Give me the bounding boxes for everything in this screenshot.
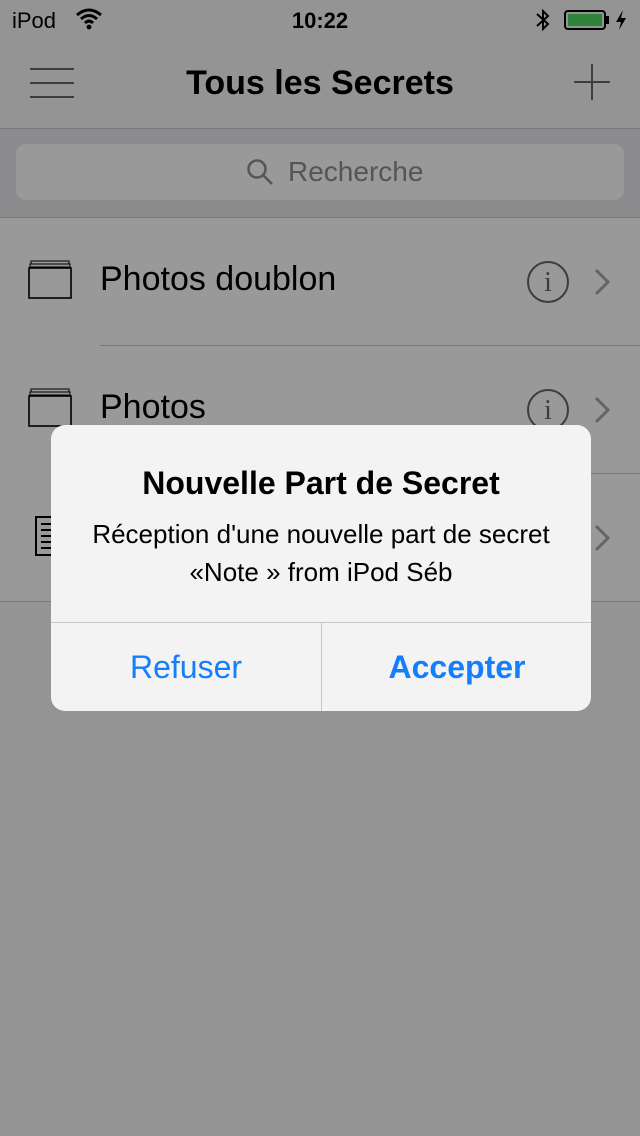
refuse-button[interactable]: Refuser [51, 623, 321, 711]
alert-title: Nouvelle Part de Secret [142, 465, 500, 501]
screen: iPod 10:22 Tous les Secrets Recherche Ph… [0, 0, 640, 1136]
alert-message: Réception d'une nouvelle part de secret … [92, 519, 550, 587]
accept-button[interactable]: Accepter [322, 623, 591, 711]
alert-dialog: Nouvelle Part de Secret Réception d'une … [51, 425, 591, 711]
